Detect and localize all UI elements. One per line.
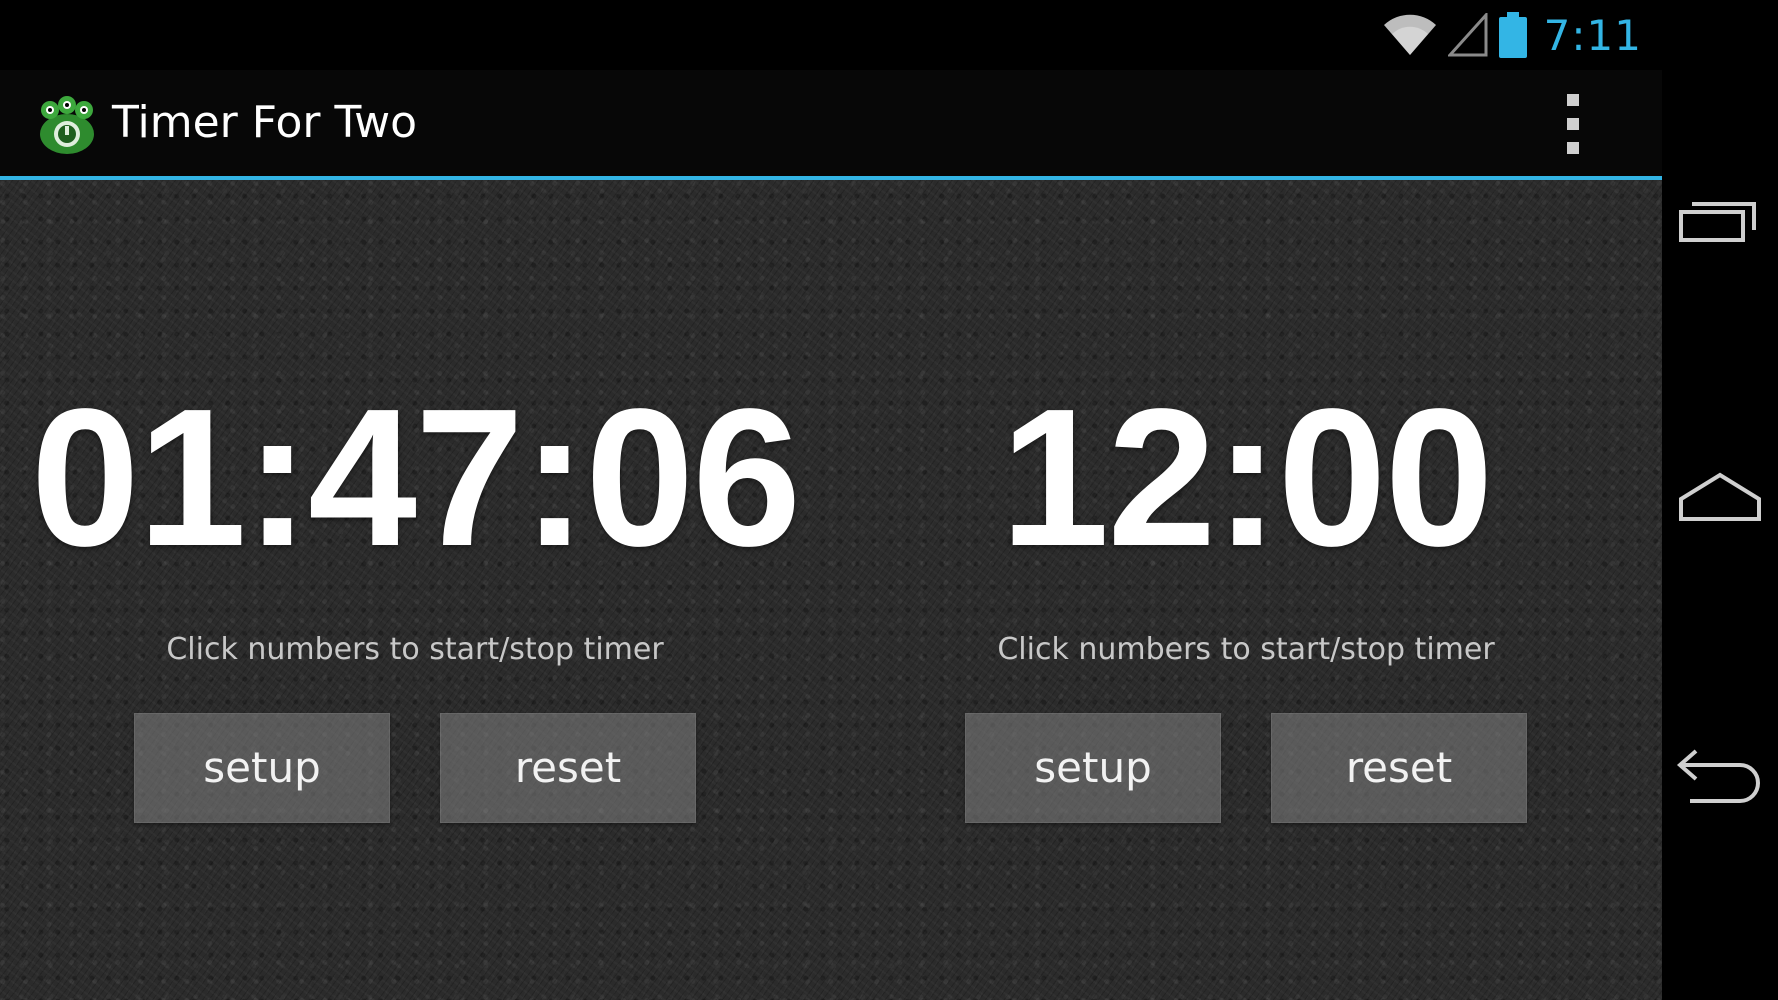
home-icon	[1678, 471, 1762, 527]
status-bar: 7:11	[0, 0, 1662, 70]
navigation-bar	[1662, 0, 1778, 1000]
timer-panel-1: 01:47:06 Click numbers to start/stop tim…	[0, 180, 830, 1000]
device-screen: 7:11 Timer For Two 01:47:06 Click number…	[0, 0, 1778, 1000]
timer-1-reset-button[interactable]: reset	[440, 713, 696, 823]
timer-content: 01:47:06 Click numbers to start/stop tim…	[0, 180, 1662, 1000]
recent-apps-icon	[1678, 194, 1762, 248]
overflow-menu-icon-dot	[1567, 142, 1579, 154]
timer-2-display[interactable]: 12:00	[830, 380, 1662, 576]
timer-2-setup-button[interactable]: setup	[965, 713, 1221, 823]
back-button[interactable]	[1662, 722, 1778, 832]
status-icons: 7:11	[1382, 0, 1662, 70]
back-icon	[1676, 747, 1764, 807]
signal-icon	[1447, 13, 1488, 57]
timer-1-setup-button[interactable]: setup	[134, 713, 390, 823]
status-clock: 7:11	[1543, 10, 1642, 60]
frog-app-icon	[36, 94, 98, 156]
timer-2-reset-button[interactable]: reset	[1271, 713, 1527, 823]
overflow-menu-button[interactable]	[1556, 94, 1590, 154]
timer-panel-2: 12:00 Click numbers to start/stop timer …	[830, 180, 1662, 1000]
overflow-menu-icon-dot	[1567, 118, 1579, 130]
timer-2-hint: Click numbers to start/stop timer	[997, 632, 1495, 667]
timer-1-display[interactable]: 01:47:06	[0, 380, 830, 576]
wifi-icon	[1382, 13, 1438, 57]
timer-1-buttons: setup reset	[0, 713, 830, 823]
app-title: Timer For Two	[112, 97, 417, 148]
recent-apps-button[interactable]	[1662, 166, 1778, 276]
battery-icon	[1498, 12, 1528, 58]
home-button[interactable]	[1662, 444, 1778, 554]
timer-1-hint: Click numbers to start/stop timer	[166, 632, 664, 667]
timer-2-buttons: setup reset	[830, 713, 1662, 823]
action-bar: Timer For Two	[0, 70, 1662, 180]
overflow-menu-icon	[1567, 94, 1579, 106]
